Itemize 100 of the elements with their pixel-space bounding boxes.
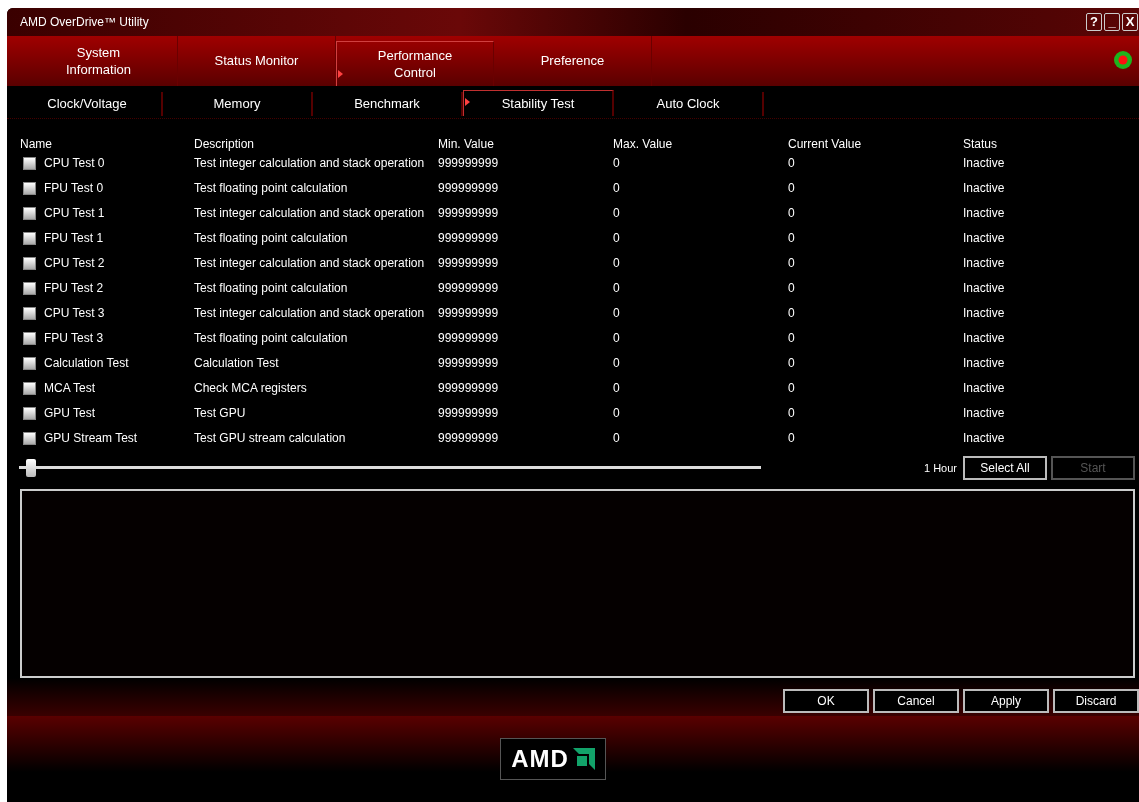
table-cell: Inactive — [963, 431, 1005, 446]
table-cell: Test integer calculation and stack operation — [194, 306, 425, 321]
checkbox[interactable] — [23, 182, 36, 196]
table-cell: Inactive — [963, 306, 1005, 321]
table-cell: Test GPU — [194, 406, 246, 421]
column-header: Min. Value — [438, 136, 494, 151]
test-name: FPU Test 0 — [44, 181, 104, 196]
tab[interactable]: Preference — [494, 35, 652, 86]
test-name: FPU Test 2 — [44, 281, 104, 296]
help-button[interactable]: ? — [1086, 12, 1102, 31]
table-cell: Inactive — [963, 206, 1005, 221]
table-cell: Inactive — [963, 406, 1005, 421]
table-cell: 999999999 — [438, 206, 499, 221]
table-cell: 0 — [613, 331, 620, 346]
discard-button[interactable]: Discard — [1053, 689, 1139, 714]
checkbox[interactable] — [23, 332, 36, 346]
table-cell: 0 — [613, 181, 620, 196]
checkbox[interactable] — [23, 207, 36, 221]
test-name: CPU Test 3 — [44, 306, 105, 321]
sub-tab[interactable]: Auto Clock — [614, 91, 764, 116]
status-indicator-icon — [1113, 49, 1133, 70]
test-name: FPU Test 1 — [44, 231, 104, 246]
column-header: Max. Value — [613, 136, 673, 151]
tab[interactable]: System Information — [20, 35, 178, 86]
column-header: Status — [963, 136, 998, 151]
table-cell: Inactive — [963, 181, 1005, 196]
checkbox[interactable] — [23, 232, 36, 246]
apply-button[interactable]: Apply — [963, 689, 1049, 714]
table-cell: 0 — [788, 431, 795, 446]
table-cell: 0 — [788, 181, 795, 196]
sub-tab[interactable]: Clock/Voltage — [13, 91, 163, 116]
sub-tab[interactable]: Stability Test — [463, 89, 614, 116]
table-cell: Inactive — [963, 281, 1005, 296]
table-cell: 0 — [613, 231, 620, 246]
checkbox[interactable] — [23, 357, 36, 371]
minimize-button[interactable]: _ — [1104, 12, 1120, 31]
table-cell: Inactive — [963, 381, 1005, 396]
table-cell: Test floating point calculation — [194, 231, 348, 246]
table-cell: 999999999 — [438, 431, 499, 446]
ok-button[interactable]: OK — [783, 689, 869, 714]
test-name: FPU Test 3 — [44, 331, 104, 346]
window-title: AMD OverDrive™ Utility — [20, 14, 150, 29]
close-button[interactable]: X — [1122, 12, 1138, 31]
table-cell: 999999999 — [438, 356, 499, 371]
checkbox[interactable] — [23, 282, 36, 296]
table-cell: 0 — [788, 331, 795, 346]
table-cell: 0 — [788, 406, 795, 421]
tab[interactable]: Performance Control — [336, 40, 494, 86]
test-name: CPU Test 0 — [44, 156, 105, 171]
table-cell: Inactive — [963, 331, 1005, 346]
table-cell: 0 — [613, 306, 620, 321]
table-cell: 0 — [613, 256, 620, 271]
table-cell: 0 — [613, 431, 620, 446]
test-name: Calculation Test — [44, 356, 129, 371]
test-name: GPU Test — [44, 406, 96, 421]
table-cell: 0 — [788, 306, 795, 321]
table-cell: 0 — [788, 256, 795, 271]
column-header: Current Value — [788, 136, 862, 151]
table-cell: Inactive — [963, 356, 1005, 371]
table-cell: 999999999 — [438, 381, 499, 396]
table-cell: 0 — [613, 381, 620, 396]
column-header: Name — [20, 136, 52, 151]
test-name: GPU Stream Test — [44, 431, 138, 446]
table-cell: 999999999 — [438, 281, 499, 296]
checkbox[interactable] — [23, 382, 36, 396]
select-all-button[interactable]: Select All — [963, 455, 1047, 480]
table-cell: Test integer calculation and stack operation — [194, 256, 425, 271]
sub-tab[interactable]: Memory — [163, 91, 313, 116]
table-cell: Inactive — [963, 156, 1005, 171]
checkbox[interactable] — [23, 257, 36, 271]
tab[interactable]: Status Monitor — [178, 35, 336, 86]
table-cell: Calculation Test — [194, 356, 279, 371]
sub-tab[interactable]: Benchmark — [313, 91, 463, 116]
table-cell: Test integer calculation and stack operation — [194, 206, 425, 221]
table-cell: Inactive — [963, 231, 1005, 246]
checkbox[interactable] — [23, 157, 36, 171]
table-cell: 0 — [788, 156, 795, 171]
table-cell: 0 — [788, 381, 795, 396]
table-cell: 999999999 — [438, 306, 499, 321]
table-cell: 0 — [788, 356, 795, 371]
test-name: CPU Test 1 — [44, 206, 105, 221]
column-header: Description — [194, 136, 255, 151]
table-cell: 0 — [613, 356, 620, 371]
table-cell: Check MCA registers — [194, 381, 307, 396]
table-cell: 999999999 — [438, 231, 499, 246]
table-cell: 999999999 — [438, 331, 499, 346]
checkbox[interactable] — [23, 407, 36, 421]
table-cell: 0 — [788, 231, 795, 246]
duration-label: 1 Hour — [923, 461, 957, 474]
checkbox[interactable] — [23, 307, 36, 321]
table-cell: 999999999 — [438, 406, 499, 421]
logo-arrow-icon — [572, 748, 595, 771]
checkbox[interactable] — [23, 432, 36, 446]
cancel-button[interactable]: Cancel — [873, 689, 959, 714]
table-cell: Test floating point calculation — [194, 281, 348, 296]
table-cell: 999999999 — [438, 156, 499, 171]
table-cell: 0 — [613, 206, 620, 221]
slider-thumb[interactable] — [26, 458, 37, 477]
table-cell: 0 — [613, 156, 620, 171]
test-name: CPU Test 2 — [44, 256, 105, 271]
